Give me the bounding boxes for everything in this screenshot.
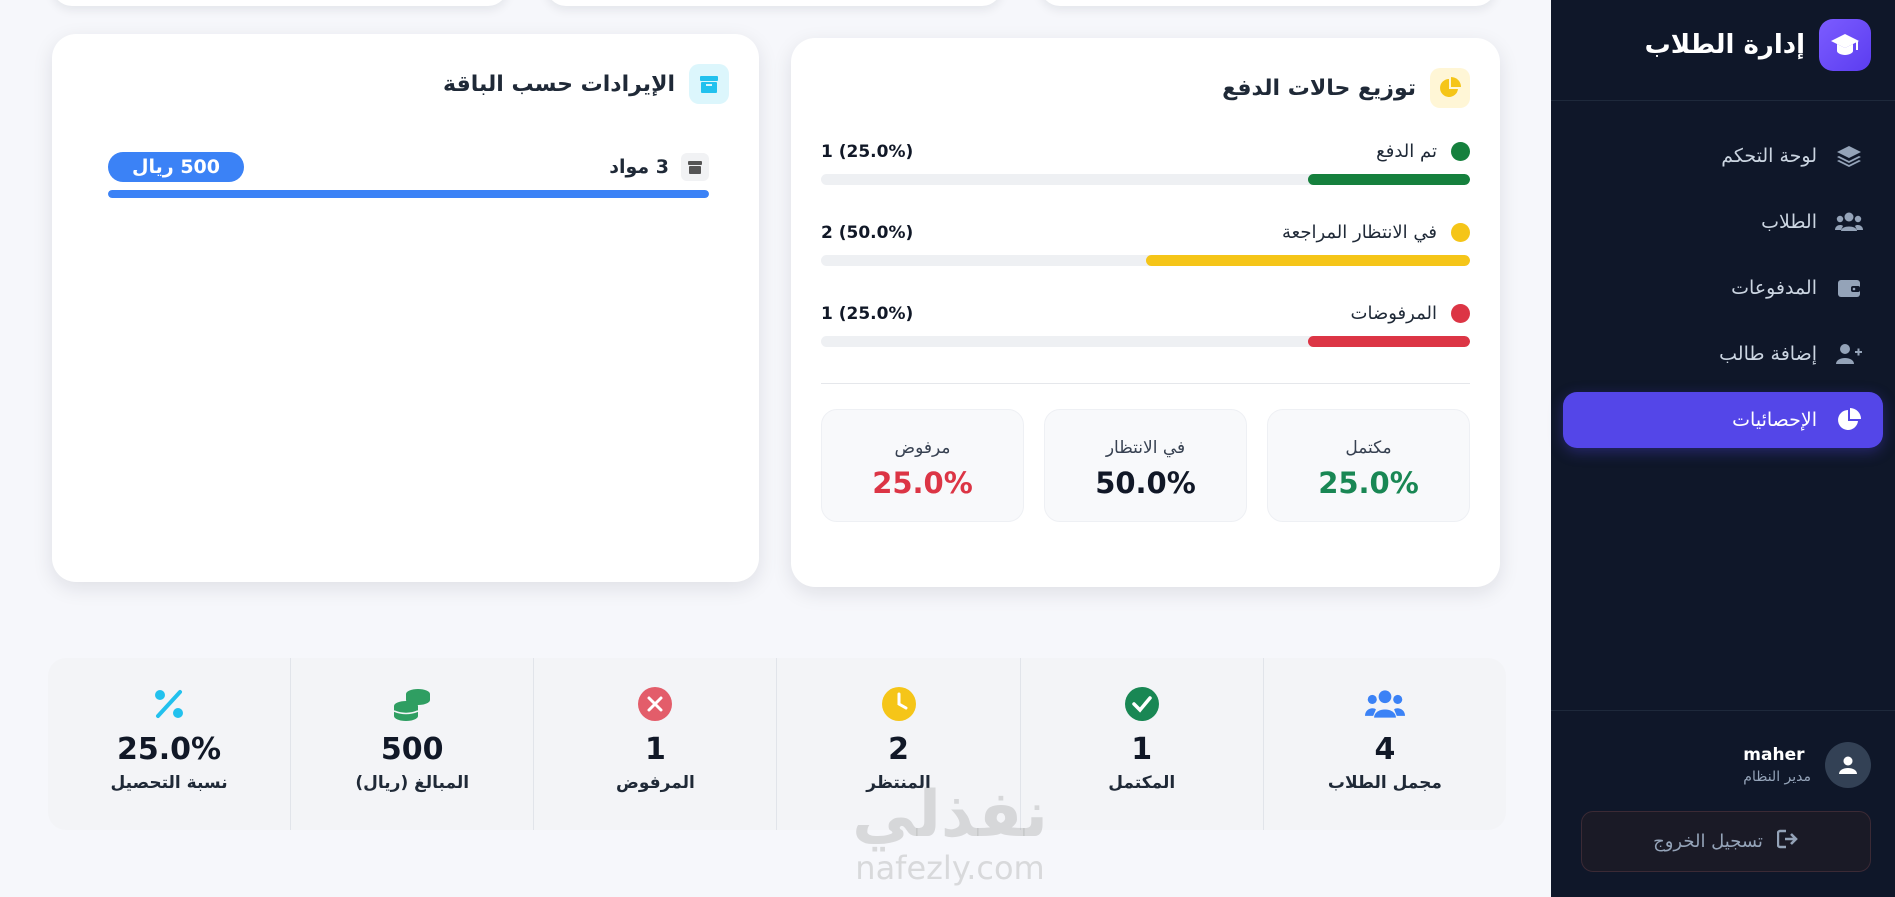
stat-completed: مكتمل 25.0% xyxy=(1267,409,1470,522)
summary-total-students: 4 مجمل الطلاب xyxy=(1264,658,1506,830)
revenue-amount-badge: 500 ريال xyxy=(108,152,244,182)
progress-track xyxy=(821,255,1470,266)
stat-label: في الانتظار xyxy=(1105,438,1186,458)
percent-icon xyxy=(149,684,189,724)
layers-icon xyxy=(1835,142,1863,170)
payment-distribution-card: توزيع حالات الدفع تم الدفع 1 (25.0%) في … xyxy=(791,38,1500,587)
user-role: مدير النظام xyxy=(1743,769,1811,785)
progress-fill xyxy=(1307,174,1470,185)
top-card-partial xyxy=(52,0,508,6)
summary-label: مجمل الطلاب xyxy=(1327,773,1442,793)
chart-pie-icon xyxy=(1835,406,1863,434)
coins-icon xyxy=(392,684,432,724)
divider xyxy=(821,383,1470,384)
progress-fill xyxy=(1307,336,1470,347)
user-profile[interactable]: maher مدير النظام xyxy=(1743,742,1871,788)
distribution-row: تم الدفع 1 (25.0%) xyxy=(821,141,1470,185)
graduation-cap-icon xyxy=(1819,19,1871,71)
status-dot xyxy=(1451,142,1470,161)
sidebar: إدارة الطلاب لوحة التحكم الطلاب المدفوعا… xyxy=(1551,0,1895,897)
summary-value: 1 xyxy=(1131,732,1153,767)
status-dot xyxy=(1451,304,1470,323)
logout-button[interactable]: تسجيل الخروج xyxy=(1581,811,1871,872)
card-title: توزيع حالات الدفع xyxy=(1222,68,1470,108)
distribution-row: في الانتظار المراجعة 2 (50.0%) xyxy=(821,222,1470,266)
app-root: إدارة الطلاب لوحة التحكم الطلاب المدفوعا… xyxy=(0,0,1895,897)
summary-label: المبالغ (ريال) xyxy=(355,773,470,793)
top-card-partial xyxy=(546,0,1002,6)
user-name: maher xyxy=(1743,745,1805,765)
wallet-icon xyxy=(1835,274,1863,302)
summary-collection-rate: 25.0% نسبة التحصيل xyxy=(48,658,292,830)
sidebar-item-add-student[interactable]: إضافة طالب xyxy=(1563,326,1883,382)
distribution-count: 1 (25.0%) xyxy=(821,141,914,162)
package-name: 3 مواد xyxy=(609,156,669,178)
distribution-label: تم الدفع xyxy=(1376,141,1437,162)
progress-track xyxy=(821,174,1470,185)
summary-value: 4 xyxy=(1374,732,1396,767)
sidebar-item-label: الإحصائيات xyxy=(1732,409,1817,431)
x-circle-icon xyxy=(635,684,675,724)
users-icon xyxy=(1835,208,1863,236)
summary-label: المرفوض xyxy=(615,773,695,793)
top-card-partial xyxy=(1040,0,1496,6)
sidebar-item-label: لوحة التحكم xyxy=(1721,145,1817,167)
revenue-row: 3 مواد 500 ريال xyxy=(108,152,709,198)
box-icon xyxy=(689,64,729,104)
progress-fill xyxy=(1145,255,1470,266)
card-title: الإيرادات حسب الباقة xyxy=(443,64,729,104)
distribution-title: توزيع حالات الدفع xyxy=(1222,75,1416,101)
box-icon xyxy=(681,153,709,181)
sidebar-item-dashboard[interactable]: لوحة التحكم xyxy=(1563,128,1883,184)
revenue-by-package-card: الإيرادات حسب الباقة 3 مواد 500 ريال xyxy=(52,34,759,582)
brand[interactable]: إدارة الطلاب xyxy=(1645,19,1871,71)
divider xyxy=(1551,710,1895,711)
stat-pending: في الانتظار 50.0% xyxy=(1044,409,1247,522)
summary-rejected: 1 المرفوض xyxy=(534,658,778,830)
sidebar-item-label: إضافة طالب xyxy=(1719,343,1817,365)
watermark-url: nafezly.com xyxy=(855,849,1045,887)
divider xyxy=(1551,100,1895,101)
sidebar-item-label: المدفوعات xyxy=(1731,277,1817,299)
summary-value: 25.0% xyxy=(117,732,222,767)
status-dot xyxy=(1451,223,1470,242)
logout-label: تسجيل الخروج xyxy=(1653,831,1763,852)
summary-strip: 4 مجمل الطلاب 1 المكتمل 2 المنتظر 1 المر… xyxy=(48,658,1506,830)
distribution-label: في الانتظار المراجعة xyxy=(1282,222,1437,243)
avatar xyxy=(1825,742,1871,788)
watermark-logo: نفذلي nafezly.com xyxy=(835,780,1065,886)
stat-rejected: مرفوض 25.0% xyxy=(821,409,1024,522)
user-plus-icon xyxy=(1835,340,1863,368)
watermark-text: نفذلي xyxy=(852,778,1048,852)
stat-value: 50.0% xyxy=(1095,466,1196,500)
stat-label: مكتمل xyxy=(1345,438,1392,458)
check-circle-icon xyxy=(1122,684,1162,724)
sidebar-nav: لوحة التحكم الطلاب المدفوعات إضافة طالب xyxy=(1563,128,1883,458)
progress-fill xyxy=(108,190,709,198)
sidebar-item-statistics[interactable]: الإحصائيات xyxy=(1563,392,1883,448)
logout-icon xyxy=(1776,829,1799,854)
progress-track xyxy=(821,336,1470,347)
sidebar-item-payments[interactable]: المدفوعات xyxy=(1563,260,1883,316)
summary-value: 500 xyxy=(380,732,444,767)
stat-label: مرفوض xyxy=(894,438,951,458)
revenue-title: الإيرادات حسب الباقة xyxy=(443,71,675,97)
sidebar-item-students[interactable]: الطلاب xyxy=(1563,194,1883,250)
distribution-row: المرفوضات 1 (25.0%) xyxy=(821,303,1470,347)
stat-value: 25.0% xyxy=(872,466,973,500)
brand-title: إدارة الطلاب xyxy=(1644,30,1805,60)
distribution-label: المرفوضات xyxy=(1350,303,1437,324)
summary-label: نسبة التحصيل xyxy=(110,773,228,793)
distribution-count: 1 (25.0%) xyxy=(821,303,914,324)
summary-value: 2 xyxy=(888,732,909,767)
users-icon xyxy=(1364,684,1405,724)
distribution-count: 2 (50.0%) xyxy=(821,222,914,243)
chart-pie-icon xyxy=(1430,68,1470,108)
summary-value: 1 xyxy=(644,732,666,767)
sidebar-item-label: الطلاب xyxy=(1761,211,1817,233)
summary-amounts: 500 المبالغ (ريال) xyxy=(291,658,535,830)
progress-track xyxy=(108,190,709,198)
stat-value: 25.0% xyxy=(1318,466,1419,500)
clock-icon xyxy=(879,684,919,724)
